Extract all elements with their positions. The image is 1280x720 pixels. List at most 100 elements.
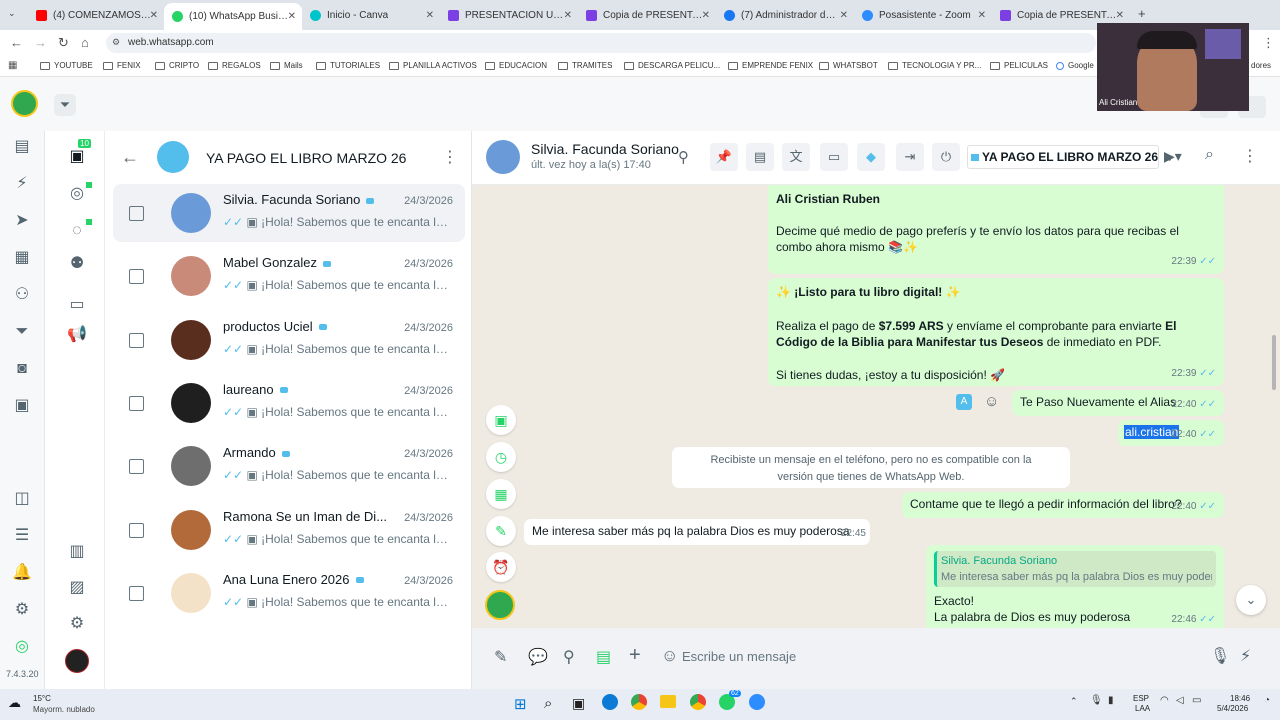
chrome-icon[interactable] bbox=[631, 694, 647, 710]
avatar[interactable] bbox=[171, 256, 211, 297]
video-call-icon[interactable]: ▶▾ bbox=[1164, 148, 1182, 165]
send-icon[interactable]: ➤ bbox=[9, 210, 35, 232]
chat-checkbox[interactable] bbox=[129, 585, 144, 601]
message-in[interactable]: Me interesa saber más pq la palabra Dios… bbox=[524, 519, 870, 545]
close-icon[interactable]: ✕ bbox=[978, 10, 986, 21]
task-view-icon[interactable]: ▣ bbox=[572, 695, 585, 712]
chat-list-item[interactable]: Armando 24/3/2026 ✓✓ ▣ ¡Hola! Sabemos que … bbox=[113, 437, 465, 495]
browser-tab[interactable]: Posasistente - Zoom ✕ bbox=[854, 4, 992, 26]
exit-icon[interactable]: ⇥ bbox=[896, 143, 924, 171]
browser-tab[interactable]: PRESENTACION UNICA✕ bbox=[440, 4, 578, 26]
chat-menu-icon[interactable]: ⋮ bbox=[1242, 146, 1258, 166]
edit-icon[interactable]: ✎ bbox=[494, 647, 507, 667]
chat-list-item[interactable]: laureano 24/3/2026 ✓✓ ▣ ¡Hola! Sabemos que… bbox=[113, 374, 465, 432]
message-out[interactable]: Te Paso Nuevamente el Alias 22:40 ✓✓ bbox=[1012, 390, 1224, 416]
bolt-icon[interactable]: ⚡ bbox=[9, 173, 35, 195]
crm-logo[interactable] bbox=[485, 590, 515, 620]
new-tab-button[interactable]: + bbox=[1138, 6, 1146, 21]
label-select[interactable]: YA PAGO EL LIBRO MARZO 26 ▼ bbox=[967, 145, 1174, 169]
scrollbar-thumb[interactable] bbox=[1272, 335, 1276, 390]
bookmark[interactable]: PELICULAS bbox=[990, 61, 1048, 70]
filter-icon[interactable]: ⏷ bbox=[9, 321, 35, 343]
weather-temp[interactable]: 15°C bbox=[33, 694, 51, 703]
close-icon[interactable]: ✕ bbox=[150, 10, 158, 21]
back-arrow-icon[interactable]: ← bbox=[121, 147, 139, 168]
bookmark[interactable]: Google bbox=[1056, 61, 1094, 70]
calendar-icon[interactable]: ▦ bbox=[486, 479, 516, 509]
communities-icon[interactable]: ⚉ bbox=[64, 253, 90, 275]
bookmark[interactable]: dores bbox=[1251, 61, 1271, 70]
schedule-icon[interactable]: ◷ bbox=[486, 442, 516, 472]
chat-list-item[interactable]: Ana Luna Enero 2026 24/3/2026 ✓✓ ▣ ¡Hola! … bbox=[113, 564, 465, 622]
search-icon[interactable]: ⌕ bbox=[544, 695, 552, 712]
message-out[interactable]: Contame que te llegó a pedir información… bbox=[902, 492, 1224, 518]
close-icon[interactable]: ✕ bbox=[288, 11, 296, 22]
bookmark[interactable]: WHATSBOT bbox=[819, 61, 878, 70]
avatar[interactable] bbox=[171, 382, 211, 423]
site-info-icon[interactable]: ⚙ bbox=[112, 37, 120, 48]
message-out[interactable]: Ali Cristian Ruben Decime qué medio de p… bbox=[768, 185, 1224, 274]
browser-tab[interactable]: (10) WhatsApp Business ✕ bbox=[164, 3, 302, 30]
back-icon[interactable]: ← bbox=[10, 35, 23, 50]
chat-list-item[interactable]: productos Uciel 24/3/2026 ✓✓ ▣ ¡Hola! Sabe… bbox=[113, 311, 465, 369]
chat-checkbox[interactable] bbox=[129, 269, 144, 285]
note-icon[interactable]: ✎ bbox=[486, 516, 516, 546]
home-icon[interactable]: ⌂ bbox=[81, 35, 89, 50]
apps-icon[interactable]: ▦ bbox=[8, 60, 17, 71]
bookmark[interactable]: DESCARGA PELICU... bbox=[624, 61, 720, 70]
columns-icon[interactable]: ▥ bbox=[64, 541, 90, 563]
contact-name[interactable]: Silvia. Facunda Soriano bbox=[531, 141, 679, 157]
translate-message-icon[interactable]: A bbox=[956, 394, 972, 410]
bookmark[interactable]: TUTORIALES bbox=[316, 61, 380, 70]
url-bar[interactable]: web.whatsapp.com bbox=[106, 33, 1096, 53]
avatar[interactable] bbox=[171, 572, 211, 613]
kanban-icon[interactable]: ▤ bbox=[9, 136, 35, 158]
sticker-icon[interactable]: ☺ bbox=[661, 646, 678, 666]
file-explorer-icon[interactable] bbox=[660, 695, 676, 708]
chat-checkbox[interactable] bbox=[129, 206, 144, 221]
alarm-icon[interactable]: ⏰ bbox=[486, 552, 516, 582]
battery-icon[interactable]: ▭ bbox=[1192, 695, 1201, 706]
quoted-message[interactable]: Silvia. Facunda Soriano Me interesa sabe… bbox=[934, 551, 1216, 587]
chat-report-icon[interactable]: ▣ bbox=[9, 395, 35, 417]
microphone-icon[interactable]: 🎙 bbox=[1210, 646, 1230, 666]
media-icon[interactable]: ▨ bbox=[64, 577, 90, 599]
bookmark[interactable]: Mails bbox=[270, 61, 303, 70]
close-icon[interactable]: ✕ bbox=[840, 10, 848, 21]
edge-icon[interactable] bbox=[602, 694, 618, 710]
bookmark[interactable]: EDUCACION bbox=[485, 61, 547, 70]
start-icon[interactable]: ⊞ bbox=[514, 695, 527, 713]
zoom-icon[interactable] bbox=[749, 694, 765, 710]
calendar-icon[interactable]: ▦ bbox=[9, 247, 35, 269]
close-icon[interactable]: ✕ bbox=[426, 10, 434, 21]
chat-list-item[interactable]: Mabel Gonzalez 24/3/2026 ✓✓ ▣ ¡Hola! Sabem… bbox=[113, 247, 465, 305]
hierarchy-icon[interactable]: ⚇ bbox=[9, 284, 35, 306]
assign-icon[interactable]: ⚲ bbox=[678, 148, 689, 166]
power-icon[interactable]: ⏻ bbox=[932, 143, 960, 171]
bookmark[interactable]: TRAMITES bbox=[558, 61, 612, 70]
chat-list-item[interactable]: Silvia. Facunda Soriano 24/3/2026 ✓✓ ▣ ¡Ho… bbox=[113, 184, 465, 242]
network-icon[interactable]: ▮ bbox=[1108, 695, 1114, 706]
user-edit-icon[interactable]: ⚲ bbox=[563, 647, 575, 667]
browser-tab[interactable]: (4) COMENZAMOS EN BF✕ bbox=[28, 4, 164, 26]
reload-icon[interactable]: ↻ bbox=[58, 35, 69, 51]
quick-message-icon[interactable]: ▤ bbox=[596, 647, 611, 667]
clock-time[interactable]: 18:46 bbox=[1230, 694, 1250, 703]
sliders-icon[interactable]: ☰ bbox=[9, 525, 35, 547]
chat-list-item[interactable]: Ramona Se un Iman de Di... 24/3/2026 ✓✓ ▣ … bbox=[113, 501, 465, 559]
settings-icon[interactable]: ⚙ bbox=[9, 599, 35, 621]
contact-avatar[interactable] bbox=[486, 140, 520, 174]
folder-icon[interactable]: ▭ bbox=[820, 143, 848, 171]
message-input[interactable]: Escribe un mensaje bbox=[682, 641, 1202, 673]
list-menu-icon[interactable]: ⋮ bbox=[442, 147, 458, 167]
settings-icon[interactable]: ⚙ bbox=[64, 613, 90, 635]
scroll-down-button[interactable]: ⌄ bbox=[1236, 585, 1266, 615]
bookmark[interactable]: TECNOLOGIA Y PR... bbox=[888, 61, 981, 70]
avatar[interactable] bbox=[171, 446, 211, 487]
message-out[interactable]: Silvia. Facunda Soriano Me interesa sabe… bbox=[926, 545, 1224, 628]
store-icon[interactable]: ▭ bbox=[64, 294, 90, 316]
emoji-reaction-icon[interactable]: ☺ bbox=[984, 393, 999, 410]
tab-search-icon[interactable]: ⌄ bbox=[8, 8, 16, 19]
chat-checkbox[interactable] bbox=[129, 332, 144, 348]
close-icon[interactable]: ✕ bbox=[1116, 10, 1124, 21]
